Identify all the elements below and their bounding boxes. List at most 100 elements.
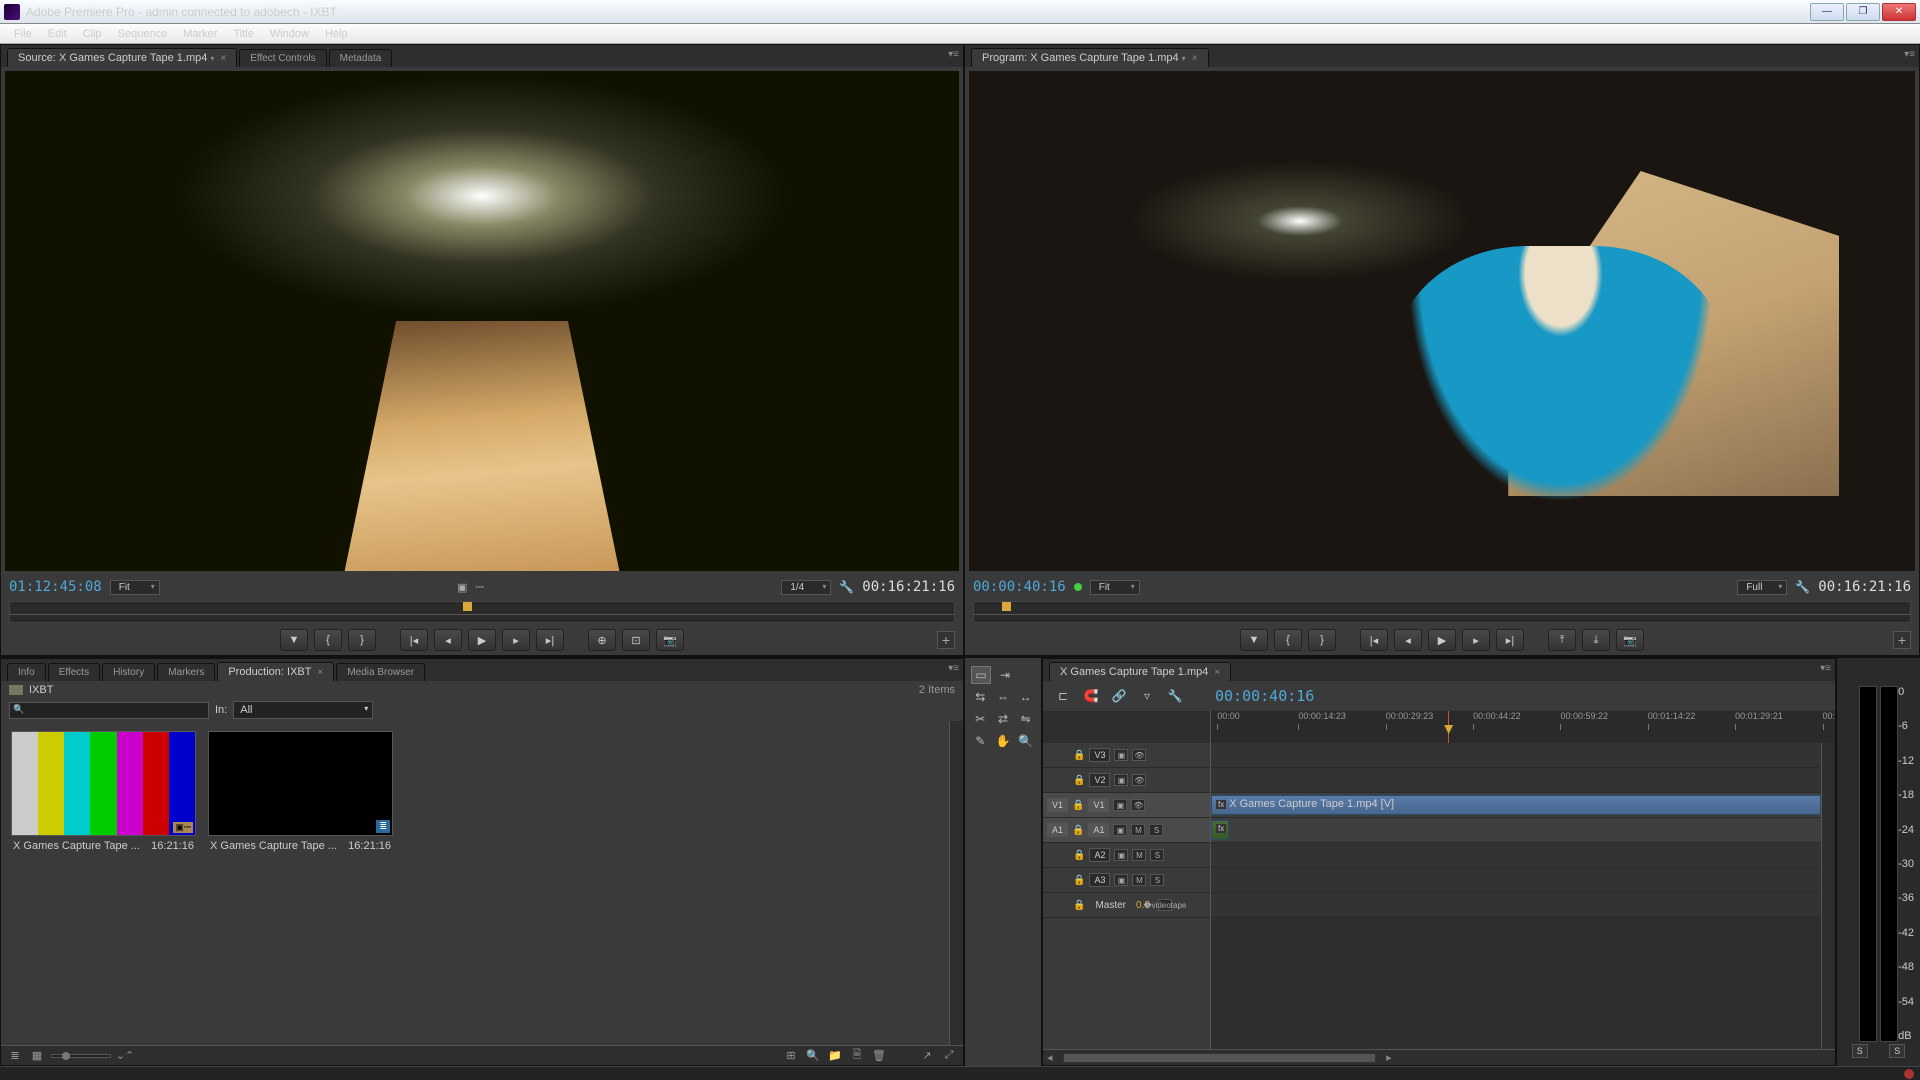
add-marker-button[interactable]: ▼ <box>1240 629 1268 651</box>
toggle-output-icon[interactable]: ▣ <box>1114 749 1128 761</box>
lock-icon[interactable]: 🔒 <box>1073 775 1085 786</box>
project-clip[interactable]: ▣⎓ X Games Capture Tape ...16:21:16 <box>11 731 196 856</box>
tab-sequence[interactable]: X Games Capture Tape 1.mp4× <box>1049 662 1231 681</box>
extract-button[interactable]: ⤓ <box>1582 629 1610 651</box>
timeline-ruler[interactable]: 00:00 00:00:14:23 00:00:29:23 00:00:44:2… <box>1211 711 1835 743</box>
tab-source[interactable]: Source: X Games Capture Tape 1.mp4▾× <box>7 48 237 67</box>
source-fit-select[interactable]: Fit <box>110 580 160 595</box>
minimize-button[interactable]: — <box>1810 3 1844 21</box>
source-patch-a1[interactable]: A1 <box>1047 823 1068 837</box>
goto-out-button[interactable]: ▸| <box>536 629 564 651</box>
overwrite-button[interactable]: ⊡ <box>622 629 650 651</box>
toggle-output-icon[interactable]: ▣ <box>1113 799 1127 811</box>
source-zoom-select[interactable]: 1/4 <box>781 580 831 595</box>
lock-icon[interactable]: 🔒 <box>1073 900 1085 911</box>
linked-sel-button[interactable]: 🔗 <box>1109 687 1129 705</box>
pen-tool[interactable]: ✎ <box>971 732 990 750</box>
source-timecode-in[interactable]: 01:12:45:08 <box>9 579 102 595</box>
eye-icon[interactable]: 👁 <box>1131 799 1145 811</box>
step-fwd-button[interactable]: ▸ <box>1462 629 1490 651</box>
panel-menu-icon[interactable]: ▾≡ <box>948 663 959 674</box>
track-v3[interactable]: V3 <box>1089 748 1110 762</box>
program-timecode-in[interactable]: 00:00:40:16 <box>973 579 1066 595</box>
tab-program[interactable]: Program: X Games Capture Tape 1.mp4▾× <box>971 48 1209 67</box>
tab-metadata[interactable]: Metadata <box>329 49 393 67</box>
mark-in-button[interactable]: { <box>314 629 342 651</box>
timeline-timecode[interactable]: 00:00:40:16 <box>1215 687 1314 705</box>
program-video[interactable] <box>969 71 1915 571</box>
mark-out-button[interactable]: } <box>1308 629 1336 651</box>
list-view-button[interactable]: ≣ <box>7 1049 23 1063</box>
tab-effects[interactable]: Effects <box>48 663 100 681</box>
eye-icon[interactable]: 👁 <box>1132 774 1146 786</box>
automate-icon[interactable]: ⊞ <box>783 1049 799 1063</box>
tab-effect-controls[interactable]: Effect Controls <box>239 49 326 67</box>
program-zoom-select[interactable]: Full <box>1737 580 1787 595</box>
misc-icon[interactable]: ↗ <box>919 1049 935 1063</box>
menu-sequence[interactable]: Sequence <box>110 26 176 42</box>
menu-edit[interactable]: Edit <box>40 26 75 42</box>
menu-window[interactable]: Window <box>262 26 317 42</box>
delete-button[interactable]: 🗑 <box>871 1049 887 1063</box>
timeline-clip-audio[interactable]: fx <box>1211 820 1229 840</box>
play-button[interactable]: ▶ <box>468 629 496 651</box>
source-video[interactable] <box>5 71 959 571</box>
tab-history[interactable]: History <box>102 663 155 681</box>
selection-tool[interactable]: ▭ <box>971 666 991 684</box>
lock-icon[interactable]: 🔒 <box>1072 825 1084 836</box>
step-back-button[interactable]: ◂ <box>434 629 462 651</box>
razor-tool[interactable]: ✂ <box>971 710 990 728</box>
expand-icon[interactable]: �videotape <box>1158 899 1172 911</box>
mute-button[interactable]: M <box>1132 874 1146 886</box>
drag-audio-icon[interactable]: ⎓ <box>475 581 484 594</box>
solo-left-button[interactable]: S <box>1852 1044 1868 1058</box>
tab-info[interactable]: Info <box>7 663 46 681</box>
toggle-output-icon[interactable]: ▣ <box>1113 824 1127 836</box>
timeline-clip-video[interactable]: fxX Games Capture Tape 1.mp4 [V] <box>1211 795 1821 815</box>
menu-title[interactable]: Title <box>225 26 261 42</box>
filter-select[interactable]: All <box>233 701 373 719</box>
close-button[interactable]: ✕ <box>1882 3 1916 21</box>
goto-in-button[interactable]: |◂ <box>400 629 428 651</box>
menu-clip[interactable]: Clip <box>75 26 110 42</box>
hand-tool[interactable]: ✋ <box>994 732 1013 750</box>
export-frame-button[interactable]: 📷 <box>656 629 684 651</box>
toggle-output-icon[interactable]: ▣ <box>1114 849 1128 861</box>
track-a1[interactable]: A1 <box>1088 823 1109 837</box>
track-v2[interactable]: V2 <box>1089 773 1110 787</box>
track-lane-a3[interactable] <box>1211 868 1821 893</box>
master-track-label[interactable]: Master <box>1095 900 1126 911</box>
track-lane-v3[interactable] <box>1211 743 1821 768</box>
zoom-tool[interactable]: 🔍 <box>1016 732 1035 750</box>
project-scrollbar[interactable] <box>949 721 963 1045</box>
step-back-button[interactable]: ◂ <box>1394 629 1422 651</box>
source-patch-v1[interactable]: V1 <box>1047 798 1068 812</box>
button-editor[interactable]: + <box>937 631 955 649</box>
mark-out-button[interactable]: } <box>348 629 376 651</box>
maximize-button[interactable]: ❐ <box>1846 3 1880 21</box>
panel-menu-icon[interactable]: ▾≡ <box>948 49 959 60</box>
insert-button[interactable]: ⊕ <box>588 629 616 651</box>
tab-media-browser[interactable]: Media Browser <box>336 663 425 681</box>
solo-button[interactable]: S <box>1149 824 1163 836</box>
add-marker-button[interactable]: ▼ <box>280 629 308 651</box>
settings-icon[interactable]: 🔧 <box>839 580 854 594</box>
new-item-button[interactable]: 🗎 <box>849 1049 865 1063</box>
lock-icon[interactable]: 🔒 <box>1072 800 1084 811</box>
slip-tool[interactable]: ⇄ <box>994 710 1013 728</box>
toggle-output-icon[interactable]: ▣ <box>1114 774 1128 786</box>
tab-production[interactable]: Production: IXBT× <box>217 662 334 681</box>
mute-button[interactable]: M <box>1131 824 1145 836</box>
drag-video-icon[interactable]: ▣ <box>457 581 467 594</box>
snap-button[interactable]: 🧲 <box>1081 687 1101 705</box>
rolling-tool[interactable]: ⇔ <box>994 688 1013 706</box>
rate-stretch-tool[interactable]: ↔ <box>1016 688 1035 706</box>
lift-button[interactable]: ⤒ <box>1548 629 1576 651</box>
step-fwd-button[interactable]: ▸ <box>502 629 530 651</box>
track-lane-a1[interactable]: fx <box>1211 818 1821 843</box>
project-clip[interactable]: ≣ X Games Capture Tape ...16:21:16 <box>208 731 393 856</box>
track-a2[interactable]: A2 <box>1089 848 1110 862</box>
mark-in-button[interactable]: { <box>1274 629 1302 651</box>
lock-icon[interactable]: 🔒 <box>1073 875 1085 886</box>
goto-in-button[interactable]: |◂ <box>1360 629 1388 651</box>
